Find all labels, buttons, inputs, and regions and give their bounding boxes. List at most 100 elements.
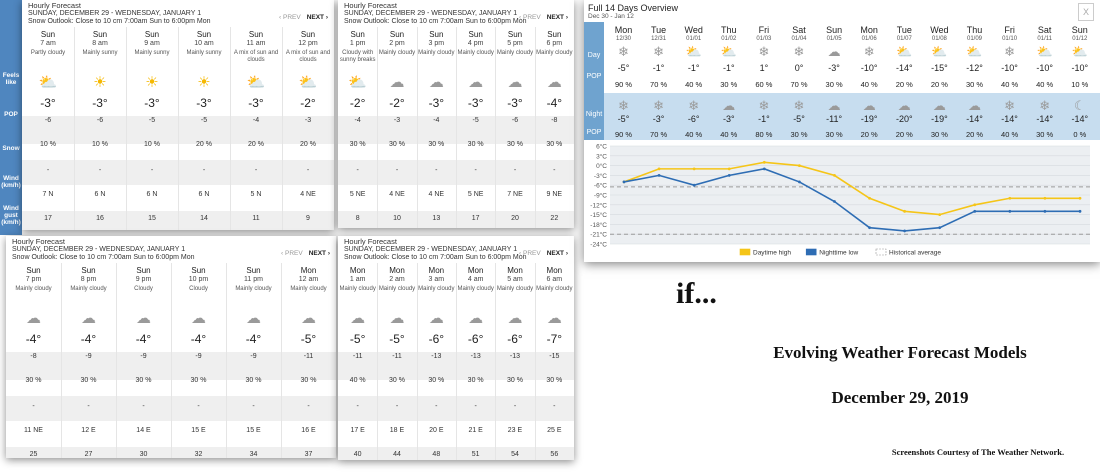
day-temperature: -1° <box>722 63 735 73</box>
night-temperature: -3° <box>722 114 735 124</box>
hour-snow: - <box>553 167 556 174</box>
day-name: Fri <box>758 25 770 35</box>
next-button[interactable]: NEXT › <box>307 14 328 21</box>
panel-header: Hourly Forecast SUNDAY, DECEMBER 29 - WED… <box>28 2 211 26</box>
overview-day-column: Fri 01/03 1° 60 % -1° 80 % ❄ ❄ <box>746 22 781 140</box>
hour-temperature: -5° <box>349 332 366 346</box>
day-date: 01/07 <box>896 36 912 42</box>
hour-day: Mon <box>546 266 563 275</box>
hour-wind: 14 E <box>136 427 151 434</box>
day-date: 01/10 <box>1002 36 1018 42</box>
moon-cloud-icon: ☁ <box>968 98 981 113</box>
day-temperature: -10° <box>1001 63 1018 73</box>
sun-cloud-icon: ⛅ <box>720 44 737 59</box>
hour-column: Sun 11 am A mix of sun and clouds -3° -4 20 %… <box>230 27 283 230</box>
hour-pop: 30 % <box>467 141 484 148</box>
cloud-icon: ☁ <box>26 310 41 327</box>
cloud-icon: ☁ <box>428 310 444 327</box>
hour-gust: 16 <box>96 215 104 222</box>
hour-wind: 25 E <box>547 427 562 434</box>
day-name: Sun <box>826 25 843 35</box>
hour-feels-like: -13 <box>431 353 442 360</box>
overview-day-column: Sat 01/11 -10° 40 % -14° 30 % ⛅ ❄ <box>1027 22 1062 140</box>
cloud-icon: ☁ <box>827 44 841 59</box>
hour-condition: Mainly cloudy <box>378 286 416 292</box>
hour-gust: 8 <box>355 215 360 222</box>
sun-cloud-icon: ⛅ <box>896 44 913 59</box>
cloud-icon: ☁ <box>389 310 405 327</box>
hour-feels-like: -4 <box>433 117 440 124</box>
next-button[interactable]: NEXT › <box>547 14 568 21</box>
data-point <box>657 174 661 177</box>
day-pop: 20 % <box>930 80 948 89</box>
close-button[interactable]: X <box>1078 3 1094 21</box>
hour-wind: 7 N <box>42 191 54 198</box>
hour-gust: 44 <box>393 451 401 458</box>
day-name: Sun <box>1071 25 1088 35</box>
hour-snow: - <box>356 403 359 410</box>
snow-icon: ❄ <box>653 98 665 113</box>
legend-swatch <box>739 248 751 256</box>
hour-temperature: -7° <box>546 332 563 346</box>
hour-wind: 6 N <box>94 191 106 198</box>
hour-condition: Mainly sunny <box>186 50 222 56</box>
rain-snow-icon: ❄ <box>758 44 770 59</box>
hour-temperature: -6° <box>467 332 484 346</box>
hour-column: Sun 3 pm Mainly cloudy -3° -4 30 % - 4 NE 13 ☁ <box>417 27 457 228</box>
data-point <box>692 167 696 171</box>
overview-day-column: Sun 01/12 -10° 10 % -14° 0 % ⛅ ☾ <box>1062 22 1097 140</box>
sun-cloud-icon: ⛅ <box>298 74 318 91</box>
next-button[interactable]: NEXT › <box>547 250 568 257</box>
day-pop: 70 % <box>790 80 808 89</box>
day-date: 01/02 <box>721 36 737 42</box>
hour-pop: 10 % <box>40 141 56 148</box>
background-sidebar: Feels like POP Snow Wind (km/h) Wind gus… <box>0 0 22 235</box>
night-pop: 80 % <box>755 130 773 139</box>
hour-condition: A mix of sun and clouds <box>233 50 279 63</box>
hour-pop: 30 % <box>389 377 405 384</box>
day-temperature: -3° <box>828 63 840 73</box>
hour-day: Sun <box>429 30 444 39</box>
night-label: Night <box>585 111 603 118</box>
panel-nav: ‹ PREV NEXT › <box>519 14 568 21</box>
hour-pop: 20 % <box>300 141 316 148</box>
hour-pop: 30 % <box>300 377 317 384</box>
prev-button[interactable]: ‹ PREV <box>281 250 303 257</box>
sun-cloud-icon: ⛅ <box>348 74 367 91</box>
hour-snow: - <box>32 403 35 410</box>
hour-pop: 10 % <box>92 141 108 148</box>
hour-pop: 30 % <box>25 377 42 384</box>
hour-feels-like: -13 <box>470 353 481 360</box>
hour-pop: 30 % <box>245 377 262 384</box>
night-pop: 30 % <box>825 130 843 139</box>
hour-feels-like: -3 <box>393 117 401 124</box>
hour-condition: Mainly cloudy <box>457 50 494 56</box>
hour-wind: 7 NE <box>507 191 523 198</box>
hour-column: Sun 2 pm Mainly cloudy -2° -3 30 % - 4 NE 10 ☁ <box>377 27 418 228</box>
hour-time: 3 pm <box>428 40 445 47</box>
day-temperature: -1° <box>687 63 700 73</box>
data-point <box>1043 196 1047 200</box>
night-temperature: -6° <box>687 114 700 124</box>
hour-snow: - <box>254 167 258 174</box>
hour-day: Mon <box>428 266 445 275</box>
prev-button[interactable]: ‹ PREV <box>519 14 541 21</box>
night-temperature: -19° <box>860 114 878 124</box>
next-button[interactable]: NEXT › <box>309 250 330 257</box>
y-tick-label: -6°C <box>594 182 607 190</box>
hour-condition: A mix of sun and clouds <box>285 50 331 63</box>
overview-title: Full 14 Days Overview <box>588 3 679 13</box>
hour-feels-like: -5 <box>472 117 479 124</box>
hour-time: 4 pm <box>467 40 484 47</box>
hourly-forecast-panel-2: Hourly Forecast SUNDAY, DECEMBER 29 - WED… <box>338 0 574 228</box>
feels-like-label: Feels like <box>2 72 20 86</box>
hour-gust: 56 <box>550 451 559 458</box>
moon-cloud-icon: ☁ <box>862 98 876 113</box>
day-date: 01/08 <box>931 36 947 42</box>
hour-time: 11 am <box>246 40 266 47</box>
hour-day: Sun <box>26 266 41 275</box>
hour-gust: 27 <box>84 451 93 458</box>
prev-button[interactable]: ‹ PREV <box>279 14 301 21</box>
prev-button[interactable]: ‹ PREV <box>519 250 541 257</box>
snow-icon: ❄ <box>793 44 805 59</box>
